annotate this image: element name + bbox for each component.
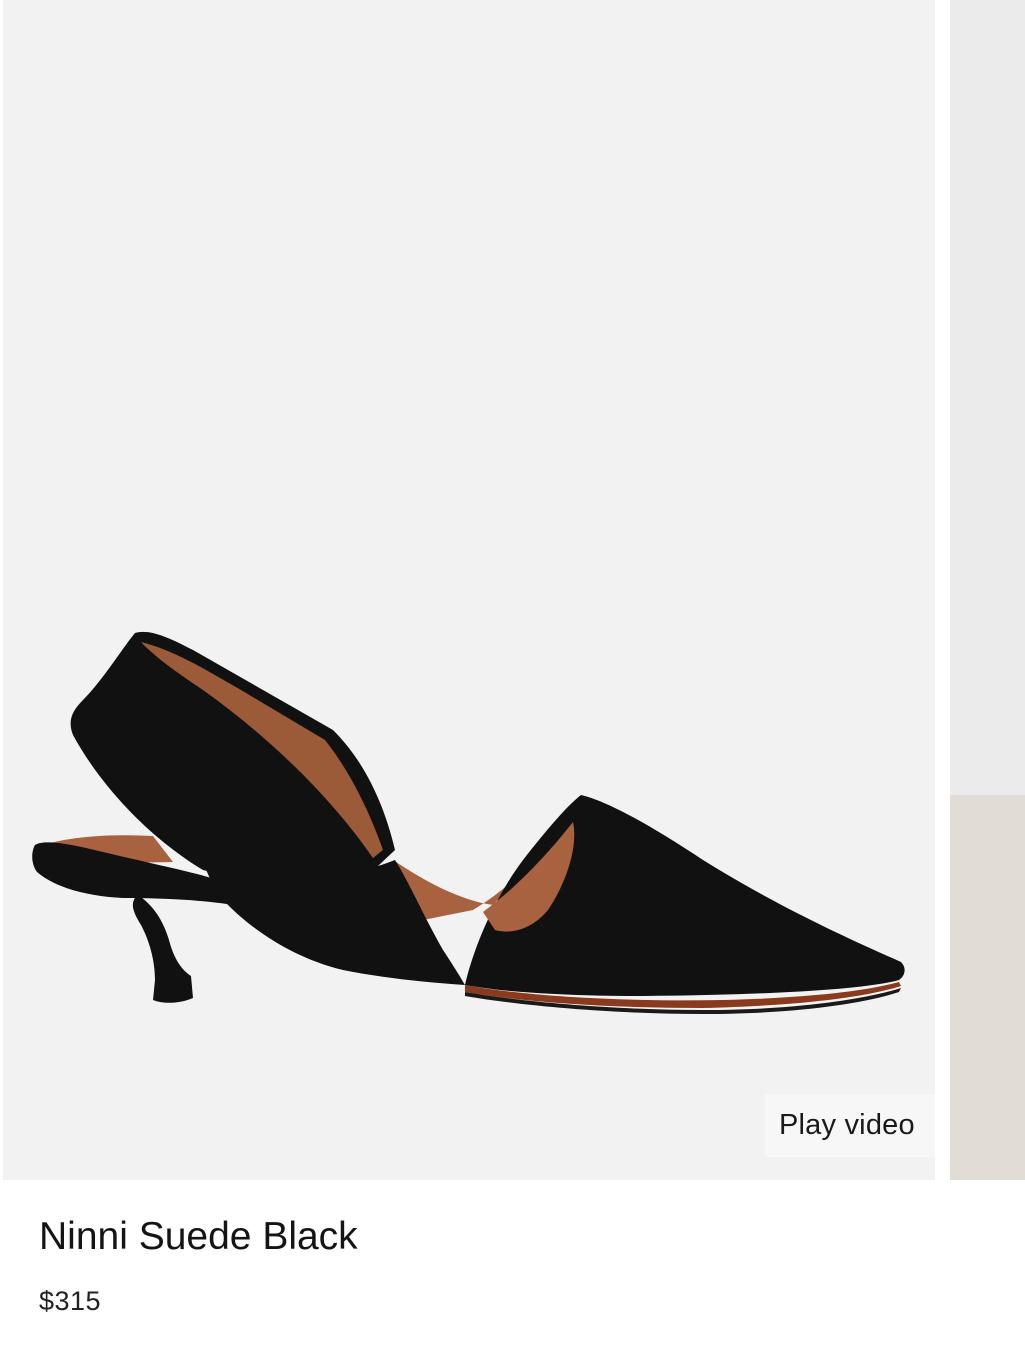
product-title[interactable]: Ninni Suede Black — [39, 1214, 358, 1261]
product-price: $315 — [39, 1286, 102, 1316]
product-card: Play video Ninni Suede Black $315 — [0, 0, 1025, 1367]
next-product-image-peek[interactable] — [950, 0, 1025, 1180]
floor-surface — [950, 795, 1025, 1180]
play-video-label: Play video — [779, 1109, 915, 1141]
product-image[interactable]: Play video — [3, 0, 935, 1180]
shoe-image — [32, 631, 905, 1014]
product-image-carousel[interactable]: Play video — [0, 0, 1025, 1180]
play-video-button[interactable]: Play video — [765, 1094, 935, 1157]
